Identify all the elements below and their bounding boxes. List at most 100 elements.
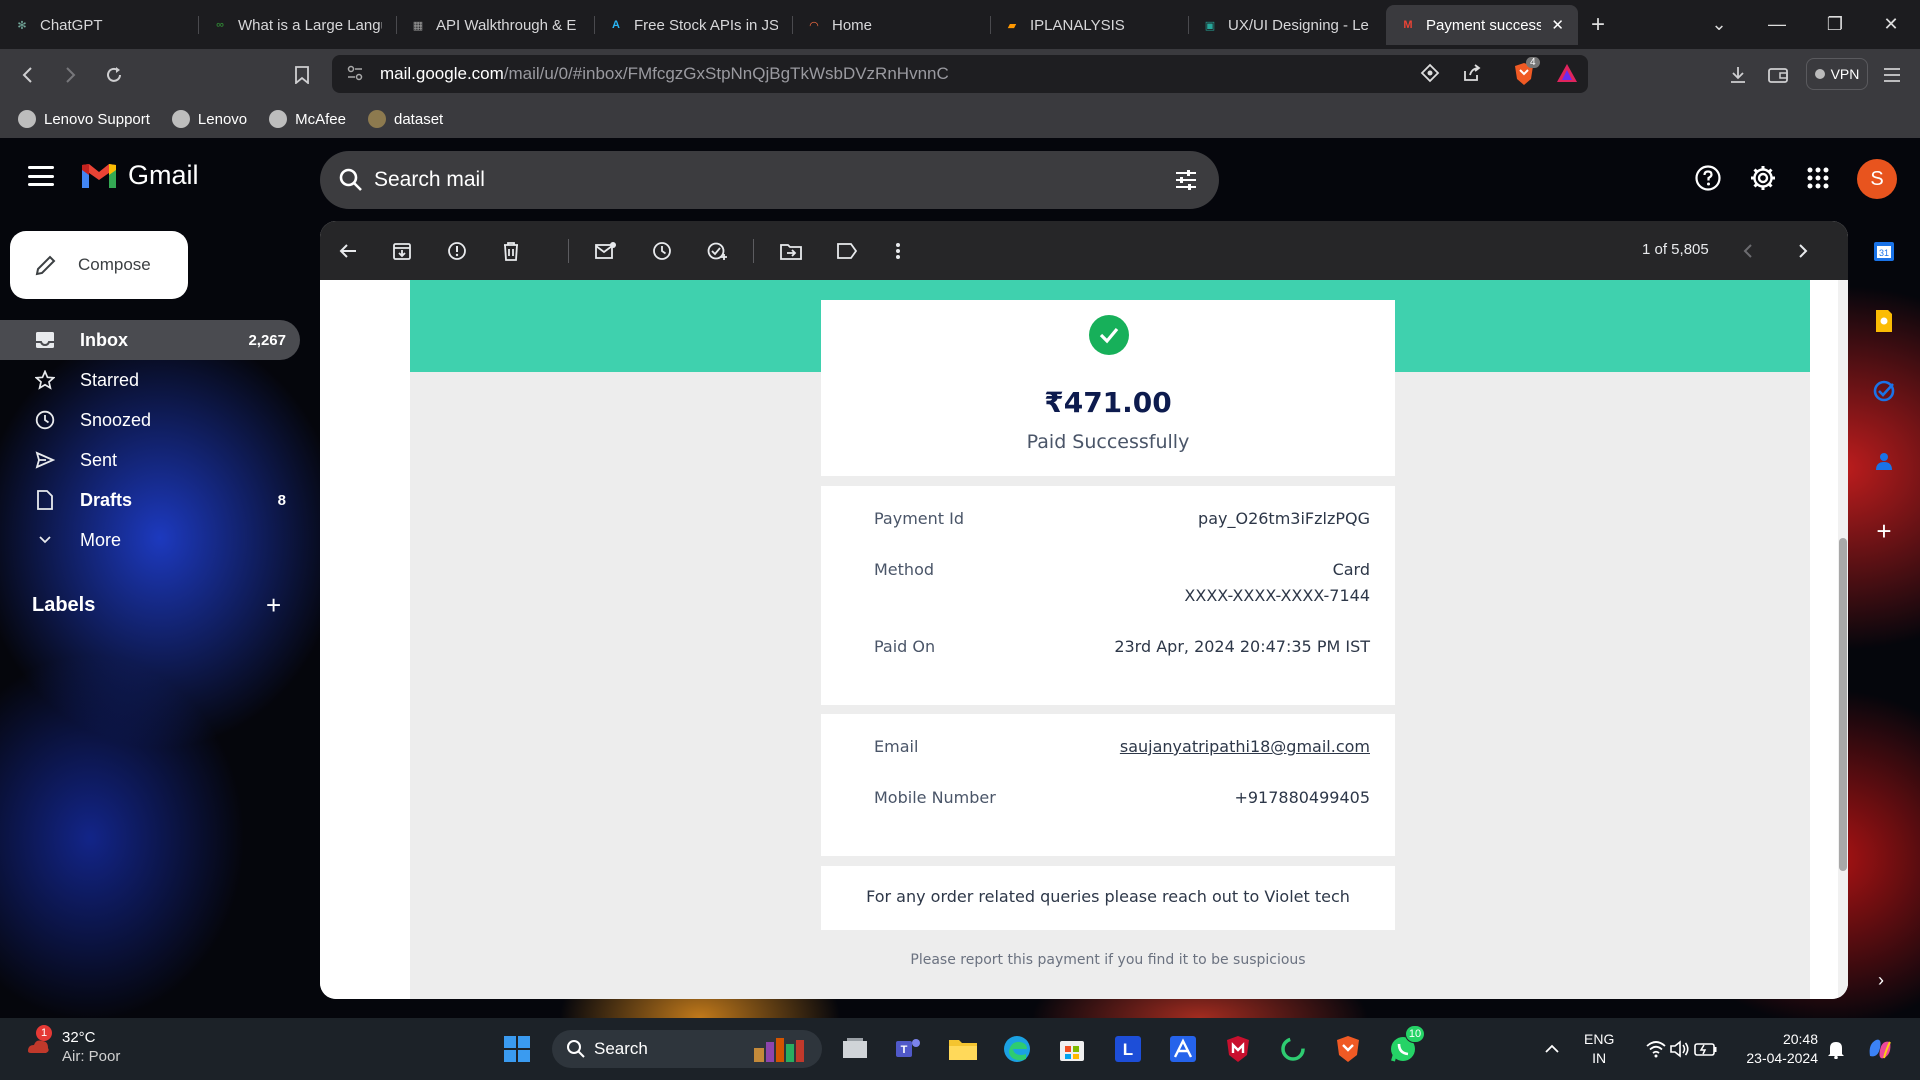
file-explorer-icon[interactable] bbox=[943, 1029, 983, 1069]
reload-icon[interactable] bbox=[98, 59, 130, 91]
nav-more[interactable]: More bbox=[0, 520, 300, 560]
gmail-logo[interactable]: Gmail bbox=[80, 160, 199, 191]
draft-icon bbox=[34, 489, 56, 511]
search-icon[interactable] bbox=[338, 167, 364, 199]
wallet-icon[interactable] bbox=[1762, 59, 1794, 91]
browser-tab[interactable]: ▣ UX/UI Designing - Le bbox=[1188, 5, 1386, 45]
brave-browser-icon[interactable] bbox=[1328, 1029, 1368, 1069]
browser-tab[interactable]: ▦ API Walkthrough & E bbox=[396, 5, 594, 45]
bookmark-icon[interactable] bbox=[286, 59, 318, 91]
browser-tab[interactable]: A Free Stock APIs in JSO bbox=[594, 5, 792, 45]
more-options-icon[interactable] bbox=[883, 236, 913, 266]
calendar-icon[interactable]: 31 bbox=[1866, 233, 1902, 269]
search-mail-bar[interactable]: Search mail bbox=[320, 151, 1219, 209]
battery-icon[interactable] bbox=[1686, 1029, 1726, 1069]
notifications-bell-icon[interactable] bbox=[1816, 1029, 1856, 1069]
contacts-icon[interactable] bbox=[1866, 443, 1902, 479]
new-tab-button[interactable]: + bbox=[1578, 5, 1618, 45]
minimize-icon[interactable]: — bbox=[1748, 0, 1806, 49]
browser-tab[interactable]: ◠ Home bbox=[792, 5, 990, 45]
back-icon[interactable] bbox=[12, 59, 44, 91]
brave-rewards-icon[interactable] bbox=[1556, 63, 1578, 88]
google-apps-icon[interactable] bbox=[1798, 158, 1838, 198]
main-menu-icon[interactable] bbox=[28, 166, 54, 186]
close-window-icon[interactable]: ✕ bbox=[1862, 0, 1920, 49]
system-clock[interactable]: 20:48 23-04-2024 bbox=[1734, 1030, 1818, 1068]
globe-icon bbox=[18, 110, 36, 128]
account-avatar[interactable]: S bbox=[1857, 159, 1897, 199]
add-to-tasks-icon[interactable] bbox=[703, 236, 733, 266]
bookmark-lenovo-support[interactable]: Lenovo Support bbox=[18, 110, 150, 128]
copilot-icon[interactable] bbox=[1860, 1029, 1900, 1069]
task-view-icon[interactable] bbox=[835, 1029, 875, 1069]
bookmark-dataset[interactable]: dataset bbox=[368, 110, 443, 128]
svg-text:T: T bbox=[901, 1044, 908, 1056]
design-app-icon[interactable] bbox=[1163, 1029, 1203, 1069]
settings-gear-icon[interactable] bbox=[1743, 158, 1783, 198]
search-options-icon[interactable] bbox=[1173, 167, 1199, 199]
browser-tab[interactable]: ∞ What is a Large Langu bbox=[198, 5, 396, 45]
lenovo-vantage-icon[interactable]: L bbox=[1108, 1029, 1148, 1069]
address-bar[interactable]: mail.google.com/mail/u/0/#inbox/FMfcgzGx… bbox=[332, 55, 1588, 93]
bookmark-mcafee[interactable]: McAfee bbox=[269, 110, 346, 128]
label-icon[interactable] bbox=[832, 236, 862, 266]
tasks-icon[interactable] bbox=[1866, 373, 1902, 409]
reader-mode-icon[interactable] bbox=[1420, 63, 1440, 88]
method-value: Card XXXX-XXXX-XXXX-7144 bbox=[1184, 557, 1370, 609]
url-path: /mail/u/0/#inbox/FMfcgzGxStpNnQjBgTkWsbD… bbox=[503, 64, 949, 83]
hide-side-panel-icon[interactable]: › bbox=[1878, 970, 1884, 991]
vpn-button[interactable]: VPN bbox=[1806, 58, 1868, 90]
tab-title: API Walkthrough & E bbox=[436, 16, 577, 34]
nav-sent[interactable]: Sent bbox=[0, 440, 300, 480]
nav-starred[interactable]: Starred bbox=[0, 360, 300, 400]
payment-id-value: pay_O26tm3iFzlzPQG bbox=[1198, 509, 1370, 528]
weather-widget[interactable]: 1 32°C Air: Poor bbox=[24, 1025, 120, 1066]
language-indicator[interactable]: ENG IN bbox=[1584, 1030, 1614, 1068]
payment-id-label: Payment Id bbox=[874, 509, 965, 528]
keep-icon[interactable] bbox=[1866, 303, 1902, 339]
loading-app-icon[interactable] bbox=[1273, 1029, 1313, 1069]
move-to-icon[interactable] bbox=[776, 236, 806, 266]
site-settings-icon[interactable] bbox=[346, 64, 364, 87]
mark-unread-icon[interactable] bbox=[591, 236, 621, 266]
create-label-icon[interactable]: + bbox=[266, 590, 281, 621]
compose-button[interactable]: Compose bbox=[10, 231, 188, 299]
delete-icon[interactable] bbox=[496, 236, 526, 266]
show-hidden-icons-icon[interactable] bbox=[1532, 1029, 1572, 1069]
send-icon bbox=[34, 449, 56, 471]
help-icon[interactable] bbox=[1688, 158, 1728, 198]
edge-icon[interactable] bbox=[997, 1029, 1037, 1069]
close-tab-icon[interactable]: ✕ bbox=[1551, 16, 1564, 34]
microsoft-store-icon[interactable] bbox=[1052, 1029, 1092, 1069]
brave-shields-icon[interactable]: 4 bbox=[1512, 57, 1540, 92]
email-link[interactable]: saujanyatripathi18@gmail.com bbox=[1120, 734, 1370, 760]
browser-tab[interactable]: ✻ ChatGPT bbox=[0, 5, 198, 45]
taskbar-search[interactable]: Search bbox=[552, 1030, 822, 1068]
nav-label: Snoozed bbox=[80, 409, 152, 430]
support-card: For any order related queries please rea… bbox=[821, 866, 1395, 930]
nav-drafts[interactable]: Drafts 8 bbox=[0, 480, 300, 520]
nav-snoozed[interactable]: Snoozed bbox=[0, 400, 300, 440]
windows-start-icon[interactable] bbox=[497, 1029, 537, 1069]
browser-tab[interactable]: ▰ IPLANALYSIS bbox=[990, 5, 1188, 45]
older-message-icon[interactable] bbox=[1788, 236, 1818, 266]
report-spam-icon[interactable] bbox=[442, 236, 472, 266]
nav-inbox[interactable]: Inbox 2,267 bbox=[0, 320, 300, 360]
back-to-inbox-icon[interactable] bbox=[333, 236, 363, 266]
get-addons-icon[interactable]: + bbox=[1866, 513, 1902, 549]
teams-icon[interactable]: T bbox=[888, 1029, 928, 1069]
forward-icon[interactable] bbox=[54, 59, 86, 91]
bookmark-lenovo[interactable]: Lenovo bbox=[171, 110, 247, 128]
whatsapp-icon[interactable]: 10 bbox=[1383, 1025, 1425, 1069]
downloads-icon[interactable] bbox=[1722, 59, 1754, 91]
mcafee-icon[interactable] bbox=[1218, 1029, 1258, 1069]
browser-menu-icon[interactable] bbox=[1876, 59, 1908, 91]
browser-tab[interactable]: M Payment success ✕ bbox=[1386, 5, 1578, 45]
scrollbar-thumb[interactable] bbox=[1839, 538, 1847, 871]
maximize-icon[interactable]: ❐ bbox=[1806, 0, 1864, 49]
newer-message-icon[interactable] bbox=[1733, 236, 1763, 266]
tab-search-icon[interactable]: ⌄ bbox=[1690, 0, 1748, 49]
snooze-icon[interactable] bbox=[647, 236, 677, 266]
share-icon[interactable] bbox=[1462, 63, 1482, 88]
archive-icon[interactable] bbox=[387, 236, 417, 266]
